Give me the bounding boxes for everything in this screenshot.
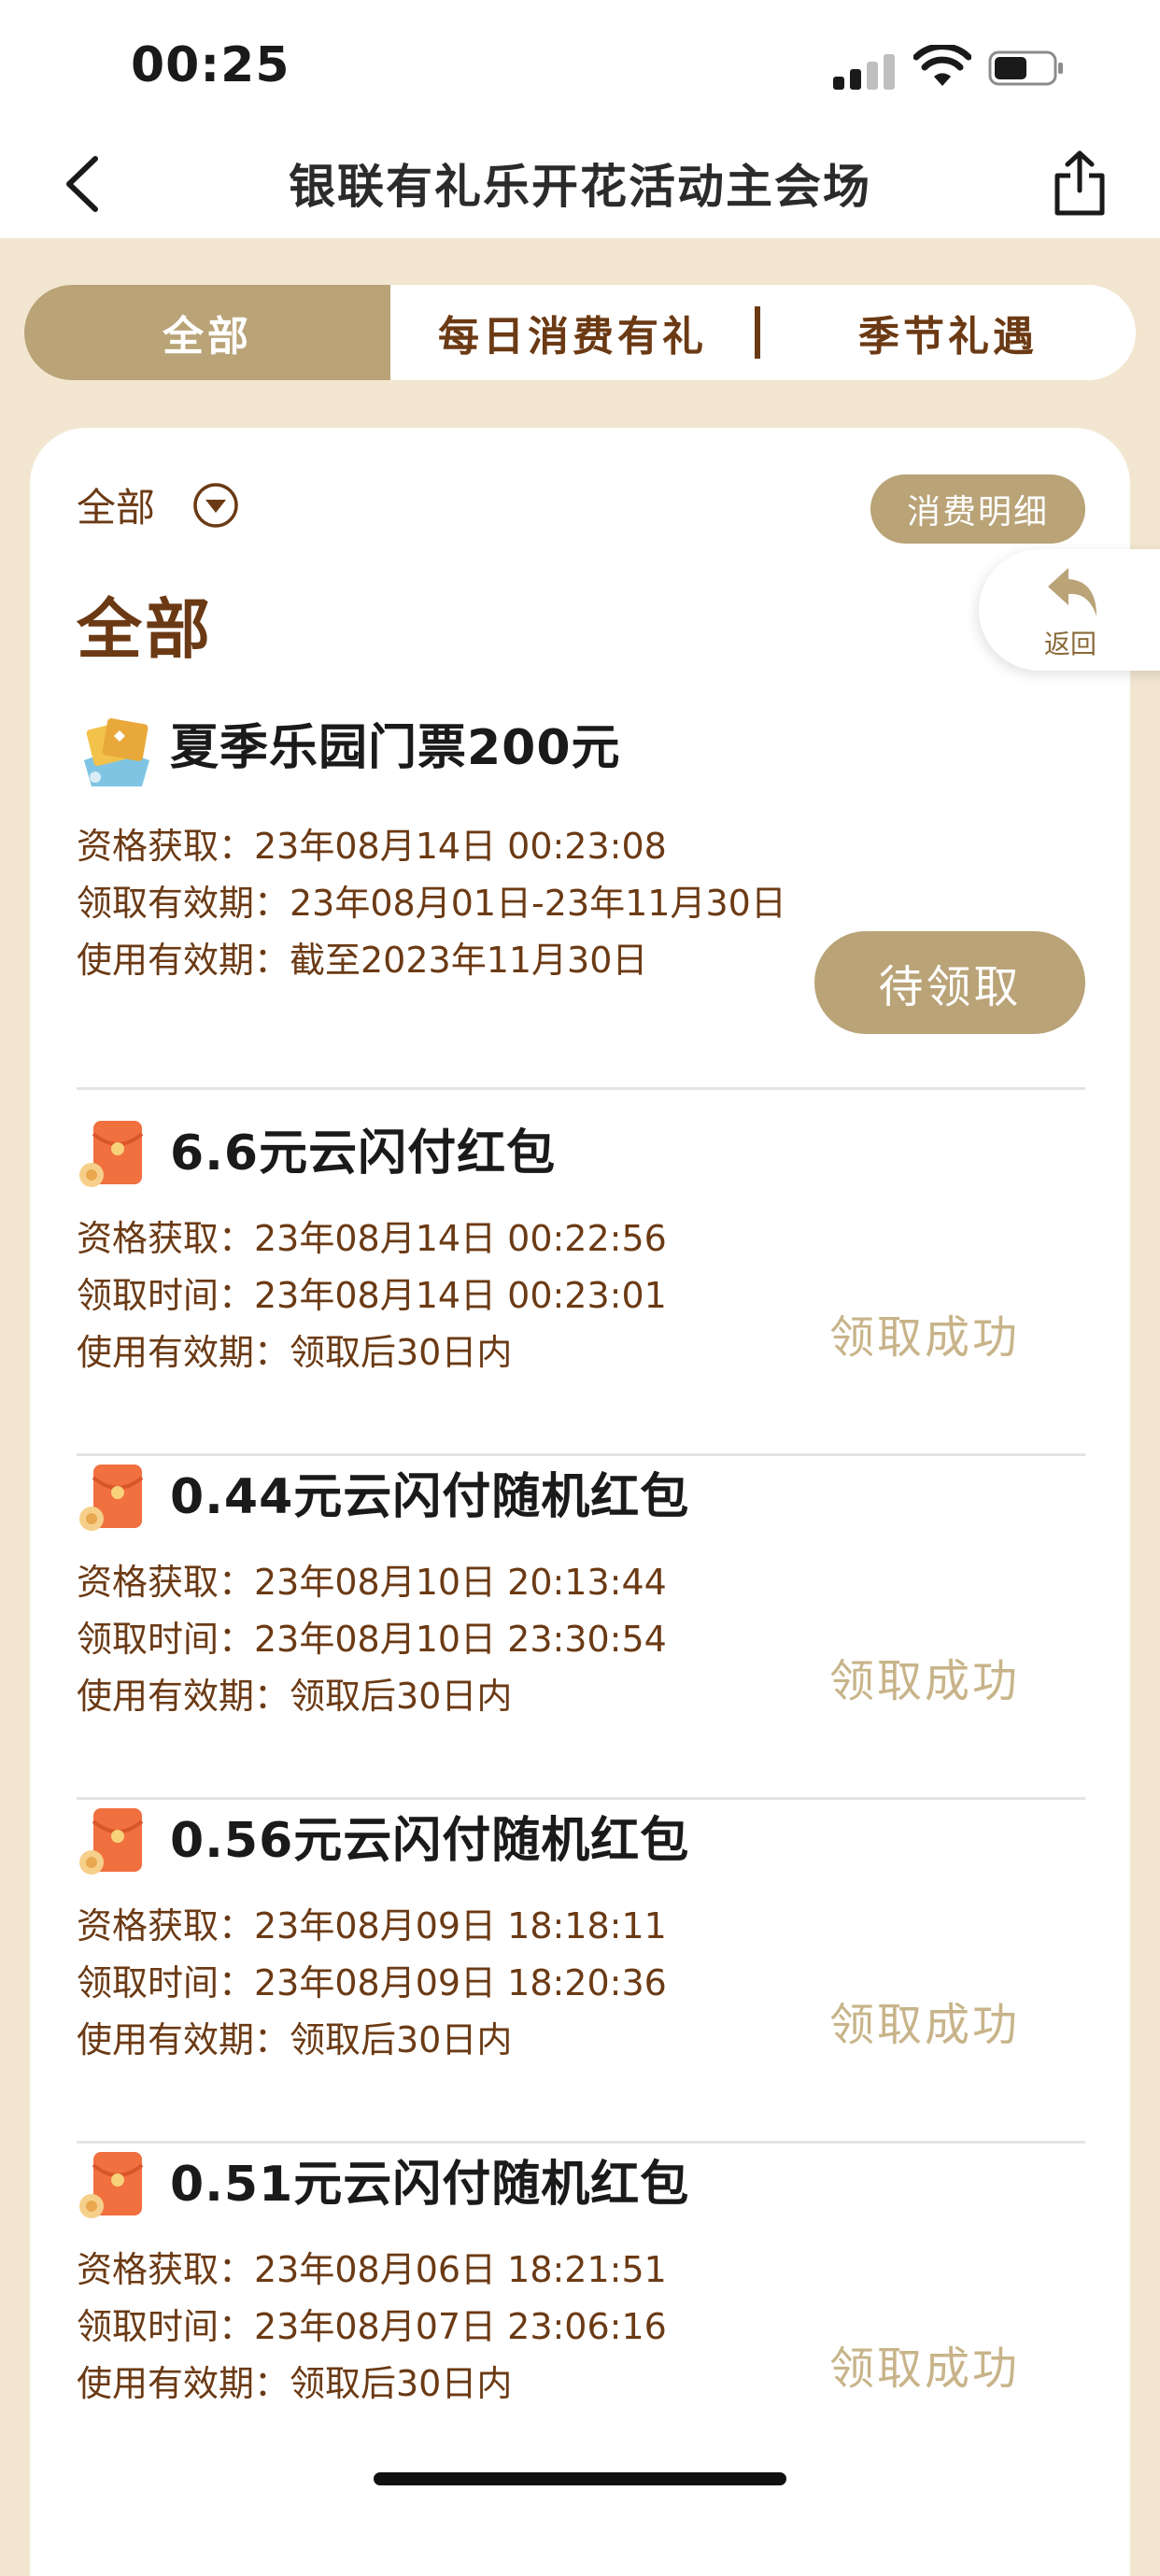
home-indicator — [374, 2472, 786, 2485]
claim-time: 领取时间：23年08月14日 00:23:01 — [77, 1275, 667, 1316]
consumption-detail-button[interactable]: 消费明细 — [870, 474, 1085, 544]
item-details: 资格获取：23年08月06日 18:21:51 领取时间：23年08月07日 2… — [77, 2242, 805, 2413]
ticket-gift-icon — [84, 718, 149, 786]
eligibility-time: 资格获取：23年08月14日 00:22:56 — [77, 1218, 667, 1259]
item-title: 0.51元云闪付随机红包 — [170, 2157, 690, 2213]
item-title: 0.56元云闪付随机红包 — [170, 1813, 690, 1869]
claim-time: 领取时间：23年08月09日 18:20:36 — [77, 1962, 667, 2003]
return-label: 返回 — [1044, 629, 1097, 659]
tab-seasonal-gift[interactable]: 季节礼遇 — [760, 285, 1136, 380]
status-time: 00:25 — [131, 37, 290, 93]
list-item: 0.51元云闪付随机红包 资格获取：23年08月06日 18:21:51 领取时… — [77, 2144, 1085, 2488]
section-title: 全部 — [77, 591, 213, 668]
eligibility-time: 资格获取：23年08月14日 00:23:08 — [77, 826, 667, 867]
cellular-signal-icon — [833, 52, 900, 90]
return-button[interactable]: 返回 — [979, 549, 1160, 671]
list-item: 夏季乐园门票200元 资格获取：23年08月14日 00:23:08 领取有效期… — [77, 699, 1085, 1091]
item-details: 资格获取：23年08月14日 00:23:08 领取有效期：23年08月01日-… — [77, 818, 805, 989]
return-arrow-icon — [1048, 568, 1096, 616]
page-title: 银联有礼乐开花活动主会场 — [289, 160, 871, 214]
status-bar: 00:25 — [0, 0, 1160, 131]
filter-label: 全部 — [77, 485, 156, 531]
use-validity: 使用有效期：领取后30日内 — [77, 2363, 513, 2404]
nav-bar: 银联有礼乐开花活动主会场 — [0, 131, 1160, 238]
claim-success-status: 领取成功 — [829, 1311, 1021, 1364]
item-title: 0.44元云闪付随机红包 — [170, 1469, 690, 1525]
list-item: 0.44元云闪付随机红包 资格获取：23年08月10日 20:13:44 领取时… — [77, 1457, 1085, 1801]
filter-dropdown[interactable]: 全部 — [77, 476, 239, 533]
tab-all[interactable]: 全部 — [24, 285, 391, 380]
eligibility-time: 资格获取：23年08月09日 18:18:11 — [77, 1905, 667, 1946]
item-details: 资格获取：23年08月14日 00:22:56 领取时间：23年08月14日 0… — [77, 1210, 805, 1381]
red-envelope-icon — [79, 1808, 144, 1875]
eligibility-time: 资格获取：23年08月10日 20:13:44 — [77, 1562, 667, 1603]
eligibility-time: 资格获取：23年08月06日 18:21:51 — [77, 2249, 667, 2290]
category-tabs: 全部 每日消费有礼 季节礼遇 — [24, 285, 1136, 380]
rewards-card: 全部 消费明细 全部 夏季乐园门票200元 资格获取：23年08月14日 00:… — [30, 428, 1130, 2576]
claim-time: 领取时间：23年08月07日 23:06:16 — [77, 2306, 667, 2347]
red-envelope-icon — [79, 2152, 144, 2218]
claim-time: 领取时间：23年08月10日 23:30:54 — [77, 1619, 667, 1660]
red-envelope-icon — [79, 1121, 144, 1187]
tab-daily-spend-gift[interactable]: 每日消费有礼 — [390, 285, 755, 380]
wifi-icon — [913, 45, 971, 86]
item-title: 夏季乐园门票200元 — [170, 720, 621, 776]
divider — [77, 2141, 1085, 2144]
list-item: 0.56元云闪付随机红包 资格获取：23年08月09日 18:18:11 领取时… — [77, 1801, 1085, 2144]
use-validity: 使用有效期：领取后30日内 — [77, 1332, 513, 1373]
claim-validity: 领取有效期：23年08月01日-23年11月30日 — [77, 883, 786, 924]
use-validity: 使用有效期：领取后30日内 — [77, 2019, 513, 2060]
divider — [77, 1453, 1085, 1456]
share-icon[interactable] — [1052, 149, 1108, 217]
item-details: 资格获取：23年08月09日 18:18:11 领取时间：23年08月09日 1… — [77, 1898, 805, 2069]
list-item: 6.6元云闪付红包 资格获取：23年08月14日 00:22:56 领取时间：2… — [77, 1113, 1085, 1457]
battery-icon — [988, 50, 1063, 86]
item-title: 6.6元云闪付红包 — [170, 1125, 557, 1182]
dropdown-arrow-icon — [193, 482, 238, 528]
divider — [77, 1087, 1085, 1090]
divider — [77, 1797, 1085, 1800]
use-validity: 使用有效期：截至2023年11月30日 — [77, 940, 648, 981]
red-envelope-icon — [79, 1465, 144, 1531]
use-validity: 使用有效期：领取后30日内 — [77, 1676, 513, 1717]
claim-success-status: 领取成功 — [829, 2342, 1021, 2395]
claim-success-status: 领取成功 — [829, 1655, 1021, 1707]
item-details: 资格获取：23年08月10日 20:13:44 领取时间：23年08月10日 2… — [77, 1554, 805, 1725]
claim-button[interactable]: 待领取 — [814, 931, 1085, 1034]
claim-success-status: 领取成功 — [829, 1999, 1021, 2051]
